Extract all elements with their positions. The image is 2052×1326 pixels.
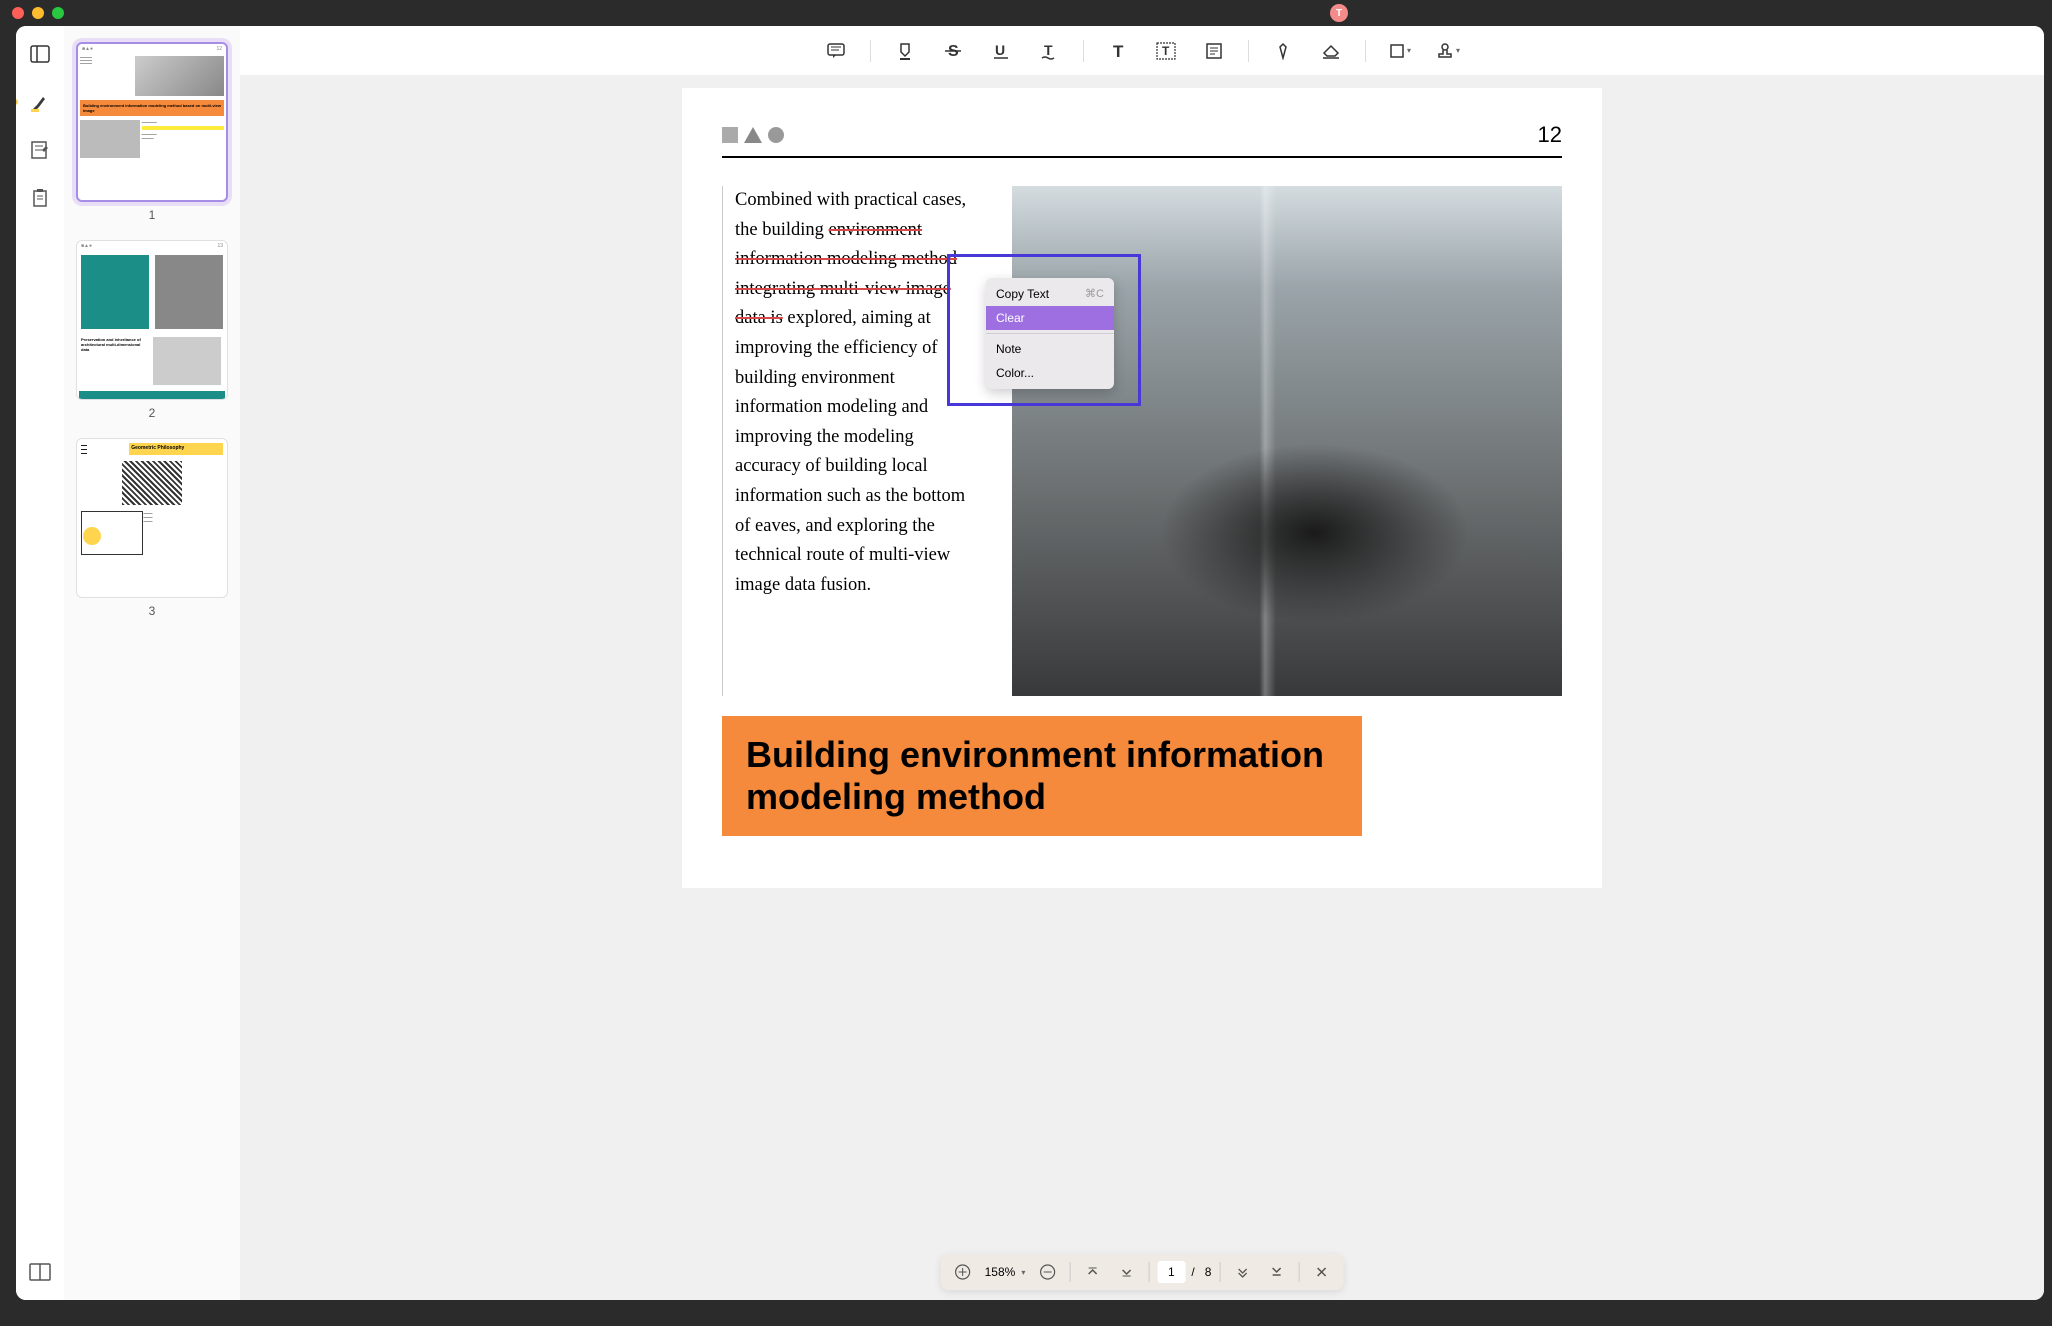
underline-tool-icon[interactable]: U: [987, 37, 1015, 65]
page-number: 12: [1538, 122, 1562, 148]
notes-icon[interactable]: [28, 138, 52, 162]
pager-separator: [1298, 1262, 1299, 1282]
page-logo-shapes: [722, 127, 784, 143]
thumbnail-2[interactable]: ■▲●13 Preservation and inheritance of ar…: [76, 240, 228, 420]
ctx-note[interactable]: Note: [986, 337, 1114, 361]
thumbnail-1-number: 1: [76, 208, 228, 222]
toolbar-separator: [1365, 40, 1366, 62]
strikethrough-tool-icon[interactable]: S: [939, 37, 967, 65]
pager-separator: [1069, 1262, 1070, 1282]
minimize-window-button[interactable]: [32, 7, 44, 19]
thumbnail-2-preview[interactable]: ■▲●13 Preservation and inheritance of ar…: [76, 240, 228, 400]
highlighter-tool-icon[interactable]: [28, 90, 52, 114]
toolbar-separator: [870, 40, 871, 62]
user-avatar[interactable]: T: [1330, 4, 1348, 22]
scroll-down-button[interactable]: [1228, 1258, 1256, 1286]
zoom-out-button[interactable]: [1033, 1258, 1061, 1286]
pager-separator: [1219, 1262, 1220, 1282]
page-separator-label: /: [1191, 1265, 1194, 1279]
ctx-clear[interactable]: Clear: [986, 306, 1114, 330]
struck-text[interactable]: environment information modeling method …: [735, 220, 957, 329]
page-number-input[interactable]: [1157, 1261, 1185, 1283]
zoom-in-button[interactable]: [949, 1258, 977, 1286]
toolbar-separator: [1083, 40, 1084, 62]
annotation-toolbar: S U T T T ▾ ▾: [240, 26, 2044, 76]
text-tool-icon[interactable]: T: [1104, 37, 1132, 65]
pager-separator: [1148, 1262, 1149, 1282]
article-title-banner: Building environment information modelin…: [722, 716, 1362, 836]
left-rail: [16, 26, 64, 1300]
thumbnail-3[interactable]: ▬▬▬▬▬▬Geometric Philosophy ▬▬▬▬▬▬▬▬▬ 3: [76, 438, 228, 618]
fullscreen-window-button[interactable]: [52, 7, 64, 19]
window-titlebar: T: [0, 0, 1360, 26]
pen-tool-icon[interactable]: [1269, 37, 1297, 65]
page-total-label: 8: [1205, 1265, 1212, 1279]
thumbnails-panel[interactable]: ■▲●12 ▬▬▬▬▬▬▬▬▬▬▬▬ Building environment …: [64, 26, 240, 1300]
clipboard-icon[interactable]: [28, 186, 52, 210]
ctx-color[interactable]: Color...: [986, 361, 1114, 385]
traffic-lights: [12, 7, 64, 19]
thumbnail-3-preview[interactable]: ▬▬▬▬▬▬Geometric Philosophy ▬▬▬▬▬▬▬▬▬: [76, 438, 228, 598]
squiggly-tool-icon[interactable]: T: [1035, 37, 1063, 65]
book-view-icon[interactable]: [28, 1260, 52, 1284]
comment-tool-icon[interactable]: [822, 37, 850, 65]
sidebar-toggle-icon[interactable]: [28, 42, 52, 66]
toolbar-separator: [1248, 40, 1249, 62]
textbox-tool-icon[interactable]: T: [1152, 37, 1180, 65]
svg-text:U: U: [995, 42, 1005, 58]
eraser-tool-icon[interactable]: [1317, 37, 1345, 65]
stamp-tool-dropdown[interactable]: ▾: [1434, 37, 1462, 65]
thumbnail-1[interactable]: ■▲●12 ▬▬▬▬▬▬▬▬▬▬▬▬ Building environment …: [76, 42, 228, 222]
note-tool-icon[interactable]: [1200, 37, 1228, 65]
svg-text:T: T: [1044, 42, 1053, 58]
close-pager-button[interactable]: [1307, 1258, 1335, 1286]
shape-tool-dropdown[interactable]: ▾: [1386, 37, 1414, 65]
thumbnail-3-number: 3: [76, 604, 228, 618]
ctx-separator: [986, 333, 1114, 334]
pagination-bar: 158%▾ / 8: [941, 1254, 1344, 1290]
ctx-copy-text[interactable]: Copy Text⌘C: [986, 282, 1114, 306]
thumbnail-1-preview[interactable]: ■▲●12 ▬▬▬▬▬▬▬▬▬▬▬▬ Building environment …: [76, 42, 228, 202]
thumbnail-2-number: 2: [76, 406, 228, 420]
close-window-button[interactable]: [12, 7, 24, 19]
next-page-button[interactable]: [1112, 1258, 1140, 1286]
page-12: 12 Combined with practical cases, the bu…: [682, 88, 1602, 888]
context-menu: Copy Text⌘C Clear Note Color...: [986, 278, 1114, 389]
highlight-tool-icon[interactable]: [891, 37, 919, 65]
scroll-to-end-button[interactable]: [1262, 1258, 1290, 1286]
prev-page-button[interactable]: [1078, 1258, 1106, 1286]
app-window: ■▲●12 ▬▬▬▬▬▬▬▬▬▬▬▬ Building environment …: [16, 26, 2044, 1300]
svg-text:T: T: [1113, 42, 1124, 60]
svg-text:T: T: [1162, 44, 1170, 58]
document-viewport[interactable]: 12 Combined with practical cases, the bu…: [240, 26, 2044, 1300]
zoom-level-dropdown[interactable]: 158%▾: [983, 1265, 1028, 1279]
